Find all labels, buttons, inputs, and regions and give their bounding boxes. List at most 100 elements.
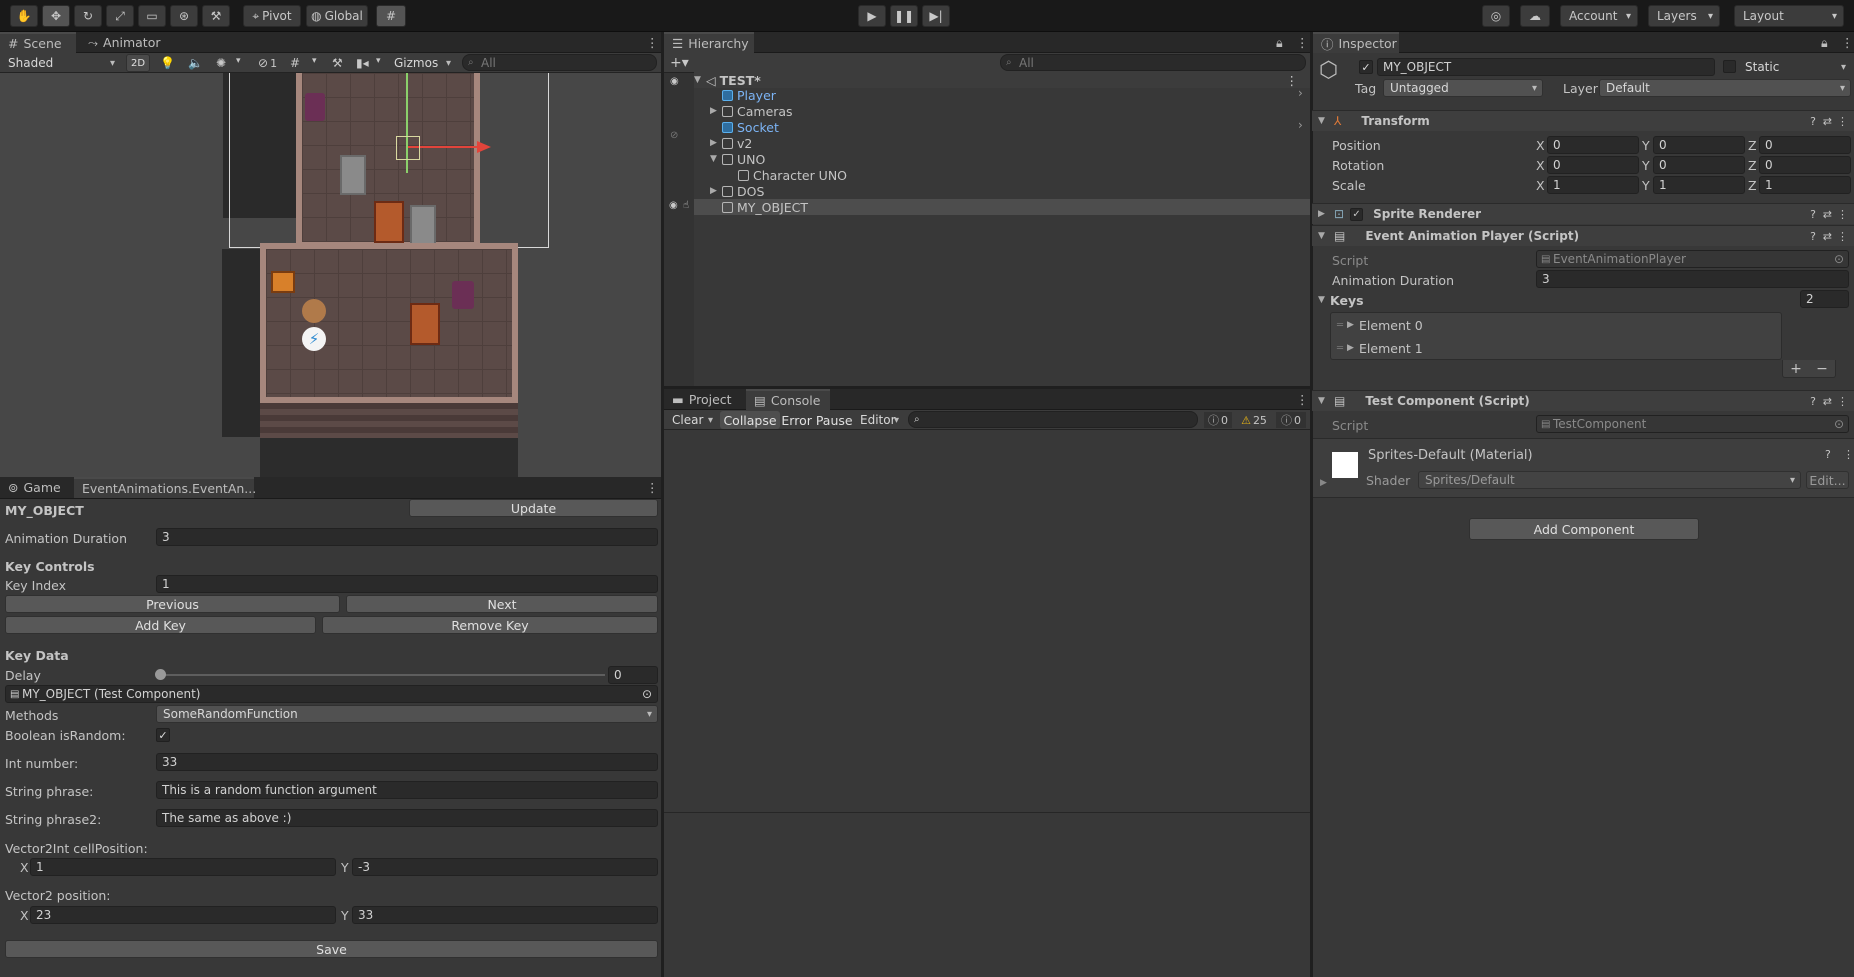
more-menu-icon[interactable]: ⋮ xyxy=(1288,32,1309,53)
test-component-header[interactable]: ▼ ▤ Test Component (Script) ? ⇄ ⋮ xyxy=(1312,390,1854,411)
cloud-icon[interactable]: ☁ xyxy=(1520,5,1550,27)
transform-tool-icon[interactable]: ⊛ xyxy=(170,5,198,27)
transform-position-x-field[interactable]: 0 xyxy=(1547,136,1639,154)
rotate-tool-icon[interactable]: ↻ xyxy=(74,5,102,27)
list-item[interactable]: MY_OBJECT xyxy=(694,199,1310,215)
transform-rotation-z-field[interactable]: 0 xyxy=(1759,156,1851,174)
add-key-button[interactable]: Add Key xyxy=(5,616,316,634)
chevron-right-icon[interactable]: › xyxy=(1298,118,1303,132)
editor-dropdown[interactable]: Editor xyxy=(854,411,904,429)
scene-viewport[interactable]: ⚡ xyxy=(0,73,661,477)
previous-button[interactable]: Previous xyxy=(5,595,340,613)
camera-icon[interactable]: ▮◂ xyxy=(356,56,369,70)
hand-tool-icon[interactable]: ✋ xyxy=(10,5,38,27)
transform-position-y-field[interactable]: 0 xyxy=(1653,136,1745,154)
warning-count[interactable]: ⚠ 25 xyxy=(1236,412,1272,428)
keys-foldout[interactable]: ▼ Keys xyxy=(1318,291,1364,309)
hierarchy-search-input[interactable]: ⌕ All xyxy=(1000,54,1306,71)
tab-scene[interactable]: # Scene xyxy=(0,32,76,53)
keys-count-field[interactable]: 2 xyxy=(1800,290,1849,308)
object-picker-icon[interactable]: ⊙ xyxy=(642,687,652,701)
object-name-field[interactable]: MY_OBJECT xyxy=(1377,58,1715,76)
v2-x-field[interactable]: 23 xyxy=(30,906,336,924)
list-item[interactable]: ▶ DOS xyxy=(710,183,764,199)
account-dropdown[interactable]: Account ▾ xyxy=(1560,5,1638,27)
scene-search-input[interactable]: ⌕ All xyxy=(462,54,657,71)
tab-animator[interactable]: ⤳ Animator xyxy=(80,32,170,53)
pause-button[interactable]: ❚❚ xyxy=(890,5,918,27)
more-menu-icon[interactable]: ⋮ xyxy=(1837,230,1848,243)
eye-icon[interactable]: ◉ xyxy=(670,76,679,87)
eye-icon[interactable]: ◉ xyxy=(669,200,678,211)
more-menu-icon[interactable]: ⋮ xyxy=(638,477,659,498)
chevron-right-icon[interactable]: › xyxy=(1298,86,1303,100)
shader-dropdown[interactable]: Sprites/Default xyxy=(1418,471,1801,489)
global-toggle[interactable]: ◍ Global xyxy=(306,5,368,27)
tab-hierarchy[interactable]: ☰ Hierarchy xyxy=(664,32,754,53)
list-item[interactable]: Socket xyxy=(722,119,779,135)
tab-project[interactable]: ▬ Project xyxy=(664,389,744,410)
transform-position-z-field[interactable]: 0 xyxy=(1759,136,1851,154)
transform-scale-x-field[interactable]: 1 xyxy=(1547,176,1639,194)
console-search-input[interactable]: ⌕ xyxy=(908,411,1198,428)
remove-icon[interactable]: − xyxy=(1816,361,1828,377)
bool-checkbox[interactable]: ✓ xyxy=(156,728,170,742)
list-item[interactable]: ▶ Cameras xyxy=(710,103,793,119)
tab-event-animations[interactable]: EventAnimations.EventAn... xyxy=(74,477,256,498)
info-count[interactable]: ⓘ 0 xyxy=(1204,412,1232,428)
more-menu-icon[interactable]: ⋮ xyxy=(1843,448,1854,461)
error-pause-toggle[interactable]: Error Pause xyxy=(781,411,853,429)
string-field[interactable]: This is a random function argument xyxy=(156,781,658,799)
pick-icon[interactable]: ☝ xyxy=(683,200,689,211)
delay-slider-track[interactable] xyxy=(160,674,605,676)
grid-toggle-icon[interactable]: # xyxy=(290,56,300,70)
tools-icon[interactable]: ⚒ xyxy=(332,56,343,70)
effects-icon[interactable]: ✺ xyxy=(216,56,226,70)
collapse-toggle[interactable]: Collapse xyxy=(720,411,780,429)
shading-dropdown[interactable]: Shaded xyxy=(2,54,120,72)
tab-console[interactable]: ▤ Console xyxy=(746,389,830,410)
help-icon[interactable]: ? xyxy=(1810,230,1816,243)
v2-y-field[interactable]: 33 xyxy=(352,906,658,924)
event-player-header[interactable]: ▼ ▤ Event Animation Player (Script) ? ⇄ … xyxy=(1312,225,1854,246)
list-item[interactable]: ▶ v2 xyxy=(710,135,752,151)
more-menu-icon[interactable]: ⋮ xyxy=(1286,73,1299,88)
drag-handle-icon[interactable]: ═ xyxy=(1337,343,1343,354)
chevron-down-icon[interactable]: ▾ xyxy=(236,56,241,66)
step-button[interactable]: ▶| xyxy=(922,5,950,27)
custom-tool-icon[interactable]: ⚒ xyxy=(202,5,230,27)
audio-icon[interactable]: 🔈 xyxy=(188,56,203,70)
preset-icon[interactable]: ⇄ xyxy=(1823,395,1832,408)
string2-field[interactable]: The same as above :) xyxy=(156,809,658,827)
next-button[interactable]: Next xyxy=(346,595,658,613)
transform-rotation-y-field[interactable]: 0 xyxy=(1653,156,1745,174)
clear-dropdown[interactable]: Clear xyxy=(666,411,718,429)
enabled-checkbox[interactable]: ✓ xyxy=(1350,207,1364,221)
more-menu-icon[interactable]: ⋮ xyxy=(1288,389,1309,410)
move-tool-icon[interactable]: ✥ xyxy=(42,5,70,27)
more-menu-icon[interactable]: ⋮ xyxy=(638,32,659,53)
transform-scale-y-field[interactable]: 1 xyxy=(1653,176,1745,194)
eye-hidden-icon[interactable]: ⊘ xyxy=(670,130,678,141)
anim-duration-field[interactable]: 3 xyxy=(156,528,658,546)
help-icon[interactable]: ? xyxy=(1810,208,1816,221)
more-menu-icon[interactable]: ⋮ xyxy=(1837,395,1848,408)
v2i-y-field[interactable]: -3 xyxy=(352,858,658,876)
error-count[interactable]: ⓘ 0 xyxy=(1276,412,1306,428)
save-button[interactable]: Save xyxy=(5,940,658,958)
rect-tool-icon[interactable]: ▭ xyxy=(138,5,166,27)
transform-scale-z-field[interactable]: 1 xyxy=(1759,176,1851,194)
transform-rotation-x-field[interactable]: 0 xyxy=(1547,156,1639,174)
sprite-renderer-header[interactable]: ▶ ⊡ ✓ Sprite Renderer ? ⇄ ⋮ xyxy=(1312,203,1854,224)
add-component-button[interactable]: Add Component xyxy=(1469,518,1699,540)
collab-icon[interactable]: ◎ xyxy=(1482,5,1510,27)
remove-key-button[interactable]: Remove Key xyxy=(322,616,658,634)
lock-icon[interactable]: 🔒︎ xyxy=(1268,32,1288,53)
lock-icon[interactable]: 🔒︎ xyxy=(1813,32,1833,53)
delay-field[interactable]: 0 xyxy=(608,666,658,684)
gizmos-dropdown[interactable]: Gizmos xyxy=(388,54,456,72)
grid-snap-icon[interactable]: # xyxy=(376,5,406,27)
int-field[interactable]: 33 xyxy=(156,753,658,771)
transform-header[interactable]: ▼ ⅄ Transform ? ⇄ ⋮ xyxy=(1312,110,1854,131)
preset-icon[interactable]: ⇄ xyxy=(1823,230,1832,243)
